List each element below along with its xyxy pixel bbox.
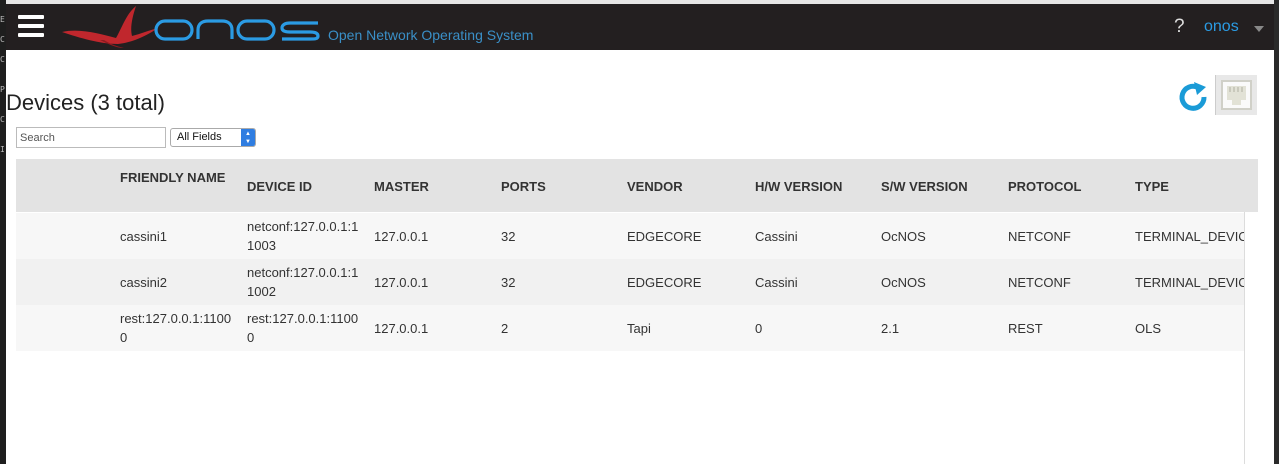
table-row[interactable]: cassini2 netconf:127.0.0.1:1 1002 127.0.… <box>16 259 1244 305</box>
cell-friendly-name: cassini1 <box>120 229 167 244</box>
cell-vendor: Tapi <box>627 321 651 336</box>
column-header-friendly-name[interactable]: FRIENDLY NAME <box>120 170 225 185</box>
cell-device-id: rest:127.0.0.1:1100 <box>247 311 359 326</box>
cell-sw-version: OcNOS <box>881 275 926 290</box>
caret-down-icon[interactable] <box>1254 26 1264 32</box>
strip-glyph: C <box>0 56 5 64</box>
column-header-protocol[interactable]: PROTOCOL <box>1008 179 1081 194</box>
cell-vendor: EDGECORE <box>627 275 702 290</box>
cell-master: 127.0.0.1 <box>374 229 429 244</box>
cell-device-id-wrap: 1003 <box>247 238 276 253</box>
menu-icon[interactable] <box>18 15 44 37</box>
cell-friendly-name-wrap: 0 <box>120 330 128 345</box>
cell-hw-version: Cassini <box>755 229 798 244</box>
cell-device-id-wrap: 1002 <box>247 284 276 299</box>
svg-text:onos: onos <box>156 40 159 42</box>
column-header-type[interactable]: TYPE <box>1135 179 1169 194</box>
table-header: FRIENDLY NAME DEVICE ID MASTER PORTS VEN… <box>16 159 1258 212</box>
onos-wordmark: onos <box>154 19 320 42</box>
cell-ports: 32 <box>501 229 516 244</box>
column-header-device-id[interactable]: DEVICE ID <box>247 179 312 194</box>
cell-protocol: NETCONF <box>1008 229 1071 244</box>
strip-glyph: I <box>0 146 5 154</box>
cell-hw-version: Cassini <box>755 275 798 290</box>
cell-friendly-name: cassini2 <box>120 275 167 290</box>
column-header-master[interactable]: MASTER <box>374 179 429 194</box>
masthead: onos Open Network Operating System ? ono… <box>6 4 1274 50</box>
cell-type: TERMINAL_DEVICE <box>1135 229 1244 244</box>
cell-device-id: netconf:127.0.0.1:1 <box>247 265 359 280</box>
background-window-strip: E C C P C I <box>0 0 6 464</box>
onos-bird-icon <box>62 6 158 48</box>
cell-device-id-wrap: 0 <box>247 330 255 345</box>
cell-ports: 2 <box>501 321 509 336</box>
cell-master: 127.0.0.1 <box>374 321 429 336</box>
cell-protocol: REST <box>1008 321 1043 336</box>
search-input[interactable] <box>16 127 166 148</box>
user-menu[interactable]: onos <box>1204 18 1239 36</box>
strip-glyph: C <box>0 116 5 124</box>
port-icon[interactable] <box>1215 75 1257 115</box>
column-header-ports[interactable]: PORTS <box>501 179 546 194</box>
tagline: Open Network Operating System <box>328 27 534 43</box>
refresh-icon[interactable] <box>1175 80 1211 114</box>
column-header-sw-version[interactable]: S/W VERSION <box>881 179 968 194</box>
table-row[interactable]: cassini1 netconf:127.0.0.1:1 1003 127.0.… <box>16 213 1244 259</box>
ethernet-port-icon <box>1221 80 1252 110</box>
cell-type: TERMINAL_DEVICE <box>1135 275 1244 290</box>
cell-sw-version: 2.1 <box>881 321 900 336</box>
help-button[interactable]: ? <box>1174 16 1185 38</box>
cell-type: OLS <box>1135 321 1162 336</box>
search-field-value: All Fields <box>177 131 222 143</box>
column-header-hw-version[interactable]: H/W VERSION <box>755 179 842 194</box>
table-scrollbar[interactable] <box>1244 212 1259 464</box>
cell-vendor: EDGECORE <box>627 229 702 244</box>
cell-hw-version: 0 <box>755 321 763 336</box>
cell-master: 127.0.0.1 <box>374 275 429 290</box>
table-row[interactable]: rest:127.0.0.1:1100 0 rest:127.0.0.1:110… <box>16 305 1244 351</box>
select-arrows-icon: ▲ ▼ <box>241 129 255 146</box>
right-window-edge <box>1274 0 1279 464</box>
page-title: Devices (3 total) <box>6 89 165 115</box>
cell-sw-version: OcNOS <box>881 229 926 244</box>
cell-ports: 32 <box>501 275 516 290</box>
search-field-select[interactable]: All Fields ▲ ▼ <box>170 128 256 147</box>
column-header-vendor[interactable]: VENDOR <box>627 179 683 194</box>
cell-friendly-name: rest:127.0.0.1:1100 <box>120 311 232 326</box>
cell-protocol: NETCONF <box>1008 275 1071 290</box>
cell-device-id: netconf:127.0.0.1:1 <box>247 219 359 234</box>
